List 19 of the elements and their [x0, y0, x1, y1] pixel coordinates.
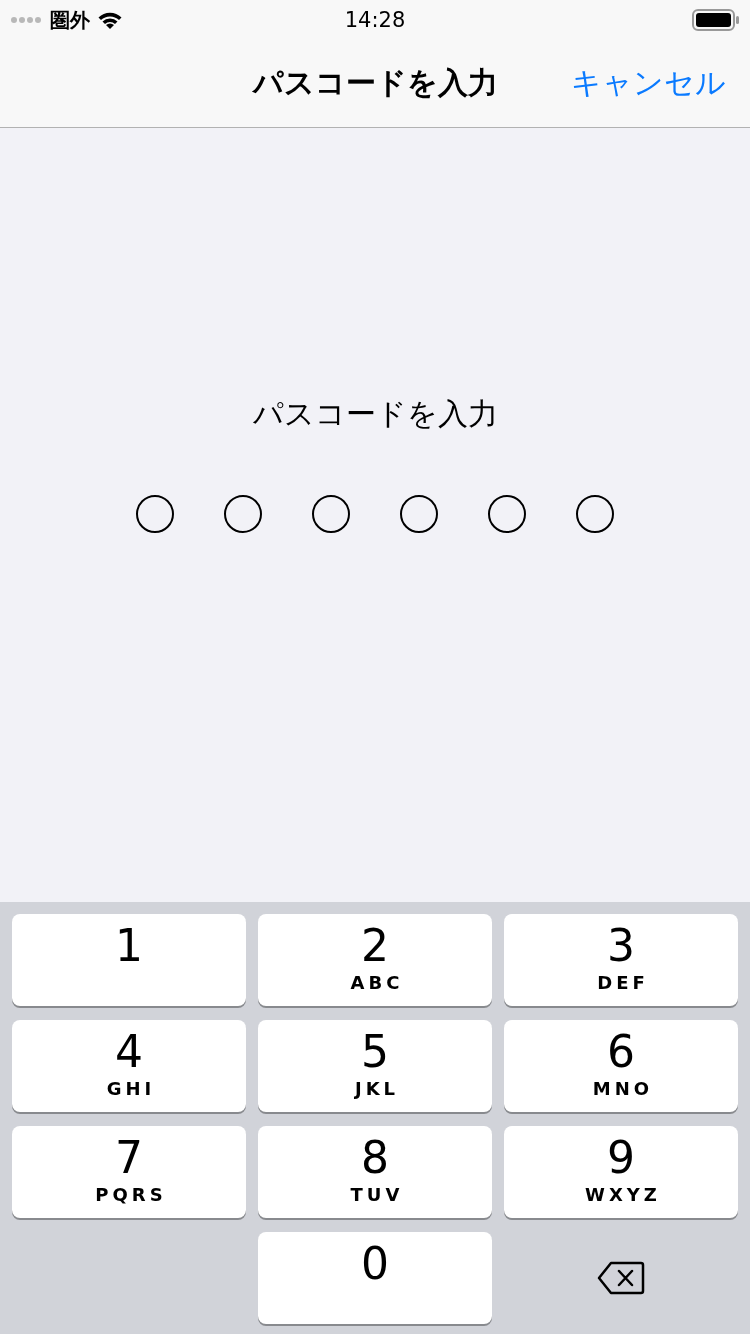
- digit-key[interactable]: 7 PQRS: [12, 1126, 246, 1218]
- digit-key[interactable]: 6 MNO: [504, 1020, 738, 1112]
- digit-key[interactable]: 8 TUV: [258, 1126, 492, 1218]
- digit-key[interactable]: 2 ABC: [258, 914, 492, 1006]
- digit-key[interactable]: 4 GHI: [12, 1020, 246, 1112]
- backspace-icon[interactable]: [597, 1261, 645, 1295]
- prompt-text: パスコードを入力: [252, 395, 498, 433]
- wifi-icon: [96, 10, 124, 30]
- digit-key[interactable]: 3 DEF: [504, 914, 738, 1006]
- digit-key[interactable]: 9 WXYZ: [504, 1126, 738, 1218]
- carrier-text: 圏外: [50, 6, 90, 34]
- signal-icon: [10, 16, 44, 24]
- digit-key[interactable]: 0: [258, 1232, 492, 1324]
- digit-key[interactable]: 5 JKL: [258, 1020, 492, 1112]
- nav-title: パスコードを入力: [252, 64, 498, 102]
- cancel-button[interactable]: キャンセル: [556, 63, 726, 104]
- digit-key[interactable]: 1: [12, 914, 246, 1006]
- battery-icon: [692, 9, 740, 31]
- clock-time: 14:28: [344, 8, 406, 32]
